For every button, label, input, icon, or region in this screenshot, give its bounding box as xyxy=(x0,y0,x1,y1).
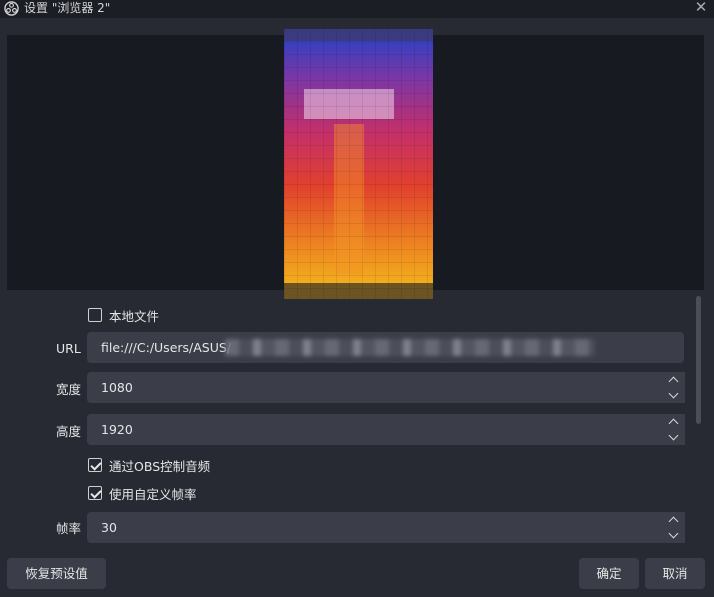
fps-label: 帧率 xyxy=(56,521,82,536)
cancel-button[interactable]: 取消 xyxy=(645,558,705,589)
close-icon[interactable]: ✕ xyxy=(694,0,708,15)
preview-image xyxy=(284,29,433,299)
height-label: 高度 xyxy=(56,424,82,439)
width-decrement-icon[interactable] xyxy=(663,388,685,403)
url-redacted xyxy=(225,339,595,356)
window-title: 设置 "浏览器 2" xyxy=(24,1,111,15)
control-audio-checkbox-box[interactable] xyxy=(88,458,102,472)
title-bar: 设置 "浏览器 2" ✕ xyxy=(0,0,714,18)
width-value: 1080 xyxy=(101,380,133,395)
fps-increment-icon[interactable] xyxy=(663,512,685,527)
restore-defaults-button[interactable]: 恢复预设值 xyxy=(7,558,106,589)
height-value: 1920 xyxy=(101,422,133,437)
obs-icon xyxy=(4,1,19,16)
url-label: URL xyxy=(56,341,81,356)
local-file-checkbox-box[interactable] xyxy=(88,308,102,322)
width-spinner[interactable] xyxy=(663,372,685,403)
control-audio-label: 通过OBS控制音频 xyxy=(109,458,211,474)
local-file-label: 本地文件 xyxy=(109,308,160,324)
height-spinner[interactable] xyxy=(663,414,685,445)
custom-fps-checkbox-box[interactable] xyxy=(88,486,102,500)
url-value: file:///C:/Users/ASUS/ xyxy=(101,340,232,355)
local-file-checkbox[interactable]: 本地文件 xyxy=(88,306,159,324)
control-audio-checkbox[interactable]: 通过OBS控制音频 xyxy=(88,456,210,474)
source-preview xyxy=(7,29,704,299)
fps-decrement-icon[interactable] xyxy=(663,528,685,543)
ok-button[interactable]: 确定 xyxy=(579,558,639,589)
width-increment-icon[interactable] xyxy=(663,372,685,387)
width-label: 宽度 xyxy=(56,382,82,397)
custom-fps-label: 使用自定义帧率 xyxy=(109,486,197,502)
width-input[interactable]: 1080 xyxy=(87,372,684,403)
height-increment-icon[interactable] xyxy=(663,414,685,429)
height-decrement-icon[interactable] xyxy=(663,430,685,445)
custom-fps-checkbox[interactable]: 使用自定义帧率 xyxy=(88,484,197,502)
height-input[interactable]: 1920 xyxy=(87,414,684,445)
fps-input[interactable]: 30 xyxy=(87,512,684,543)
fps-spinner[interactable] xyxy=(663,512,685,543)
fps-value: 30 xyxy=(101,520,117,535)
url-input[interactable]: file:///C:/Users/ASUS/ xyxy=(87,332,684,363)
properties-scrollbar[interactable] xyxy=(696,296,701,424)
